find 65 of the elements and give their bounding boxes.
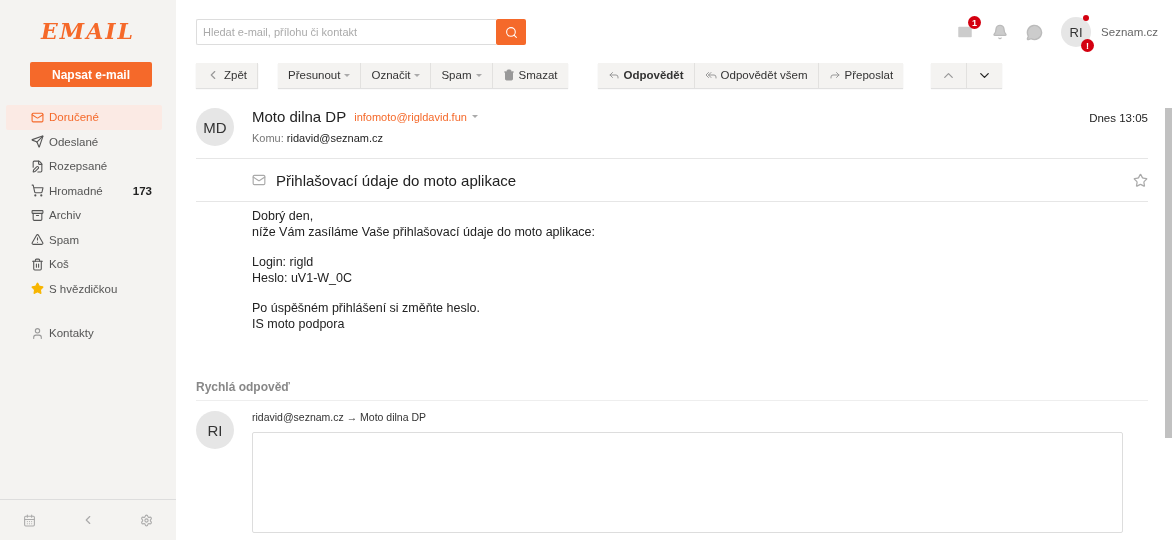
message-date: Dnes 13:05 — [1089, 112, 1148, 126]
body-text: Po úspěšném přihlášení si změňte heslo. — [252, 300, 481, 316]
unread-count: 173 — [132, 184, 152, 197]
toolbar-button[interactable]: Přeposlat — [818, 62, 904, 88]
toolbar-button[interactable]: Odpovědět — [597, 62, 695, 88]
search-field[interactable]: Hledat e-mail, přílohu či kontakt — [196, 19, 496, 45]
toolbar-button[interactable]: Označit — [361, 62, 432, 88]
chat-icon[interactable] — [1026, 23, 1044, 41]
recipient-line: Komu: ridavid@seznam.cz — [252, 132, 384, 144]
folder-item[interactable]: Hromadné 173 — [6, 178, 162, 203]
toolbar-button[interactable]: Přesunout — [278, 62, 362, 88]
folder-icon — [31, 282, 44, 296]
alert-badge: ! — [1081, 39, 1095, 52]
body-text: IS moto podpora — [252, 316, 346, 332]
status-dot — [1083, 15, 1090, 21]
body-text: níže Vám zasíláme Vaše přihlašovací údaje do moto aplikace: — [252, 224, 596, 240]
toolbar-button[interactable]: Spam — [431, 62, 493, 88]
button-icon — [704, 69, 717, 81]
quick-reply-title: Rychlá odpověď — [196, 356, 1148, 401]
folder-item[interactable]: Odeslané — [6, 129, 162, 154]
envelope-icon — [252, 173, 266, 187]
calendar-icon[interactable] — [22, 513, 36, 527]
body-text: Heslo: uV1-W_0C — [252, 270, 354, 286]
folder-item[interactable]: Archiv — [6, 203, 162, 228]
previous-button[interactable] — [931, 62, 968, 88]
folder-icon — [31, 135, 44, 149]
button-icon — [502, 69, 515, 81]
folder-icon — [31, 110, 44, 124]
button-icon — [607, 69, 620, 81]
folder-icon — [31, 159, 44, 173]
folder-icon — [31, 233, 44, 247]
person-icon — [31, 326, 44, 340]
search-button[interactable] — [496, 19, 526, 45]
sender-name: Moto dilna DP — [252, 108, 347, 125]
folder-item[interactable]: Spam — [6, 227, 162, 252]
star-icon[interactable] — [1133, 172, 1148, 188]
caret-icon — [414, 73, 421, 77]
body-text: Login: rigld — [252, 254, 315, 270]
folder-icon — [31, 257, 44, 271]
reply-route: ridavid@seznam.cz → Moto dilna DP — [252, 411, 428, 423]
brand-link[interactable]: Seznam.cz — [1101, 26, 1158, 38]
folder-item[interactable]: S hvězdičkou — [6, 276, 162, 301]
settings-icon[interactable] — [140, 513, 154, 527]
toolbar-button[interactable]: Smazat — [492, 62, 568, 88]
folder-item[interactable]: Koš — [6, 252, 162, 277]
caret-icon — [475, 73, 482, 77]
scrollbar[interactable] — [1165, 108, 1172, 438]
contacts-item[interactable]: Kontakty — [6, 321, 162, 346]
body-text: Dobrý den, — [252, 208, 315, 224]
folder-icon — [31, 184, 44, 198]
toolbar-button[interactable]: Odpovědět všem — [694, 62, 819, 88]
caret-icon — [344, 73, 351, 77]
back-button[interactable]: Zpět — [196, 62, 258, 88]
folder-item[interactable]: Rozepsané — [6, 154, 162, 179]
notification-badge: 1 — [968, 16, 982, 29]
search-icon — [504, 25, 518, 39]
next-button[interactable] — [967, 62, 1003, 88]
folder-icon — [31, 208, 44, 222]
button-icon — [828, 69, 841, 81]
user-avatar: RI — [196, 411, 234, 449]
reply-field[interactable] — [252, 432, 1123, 533]
bell-icon[interactable] — [992, 24, 1009, 40]
email-logo: EMAIL — [39, 17, 136, 46]
sender-avatar: MD — [196, 108, 234, 146]
message-subject: Přihlašovací údaje do moto aplikace — [276, 171, 517, 189]
